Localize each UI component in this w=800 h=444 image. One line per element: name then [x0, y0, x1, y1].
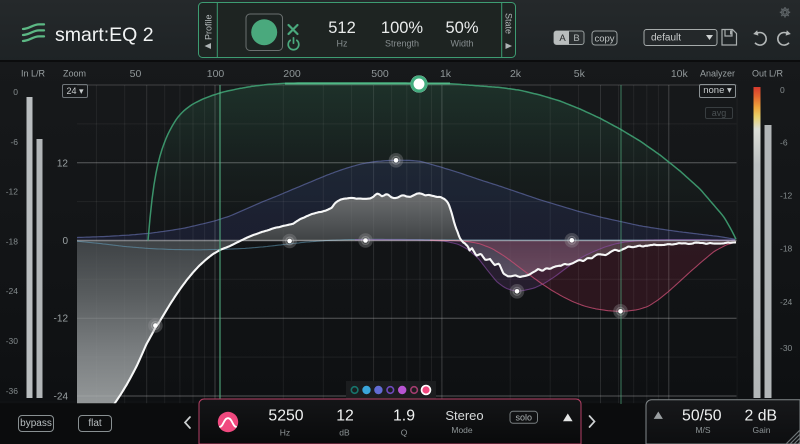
- svg-text:50%: 50%: [445, 19, 478, 37]
- svg-text:-18: -18: [6, 236, 19, 246]
- svg-text:A: A: [559, 33, 566, 44]
- svg-text:100%: 100%: [381, 19, 424, 37]
- svg-text:12: 12: [336, 408, 354, 425]
- svg-text:solo: solo: [515, 412, 532, 422]
- svg-text:Out L/R: Out L/R: [752, 69, 784, 79]
- svg-text:1.9: 1.9: [393, 408, 415, 425]
- svg-text:In L/R: In L/R: [21, 69, 46, 79]
- svg-text:M/S: M/S: [695, 425, 710, 435]
- svg-text:-12: -12: [780, 190, 793, 200]
- svg-text:0: 0: [780, 85, 785, 95]
- svg-text:default: default: [651, 33, 681, 44]
- svg-text:dB: dB: [339, 428, 350, 438]
- svg-text:Gain: Gain: [753, 425, 771, 435]
- svg-text:-24: -24: [780, 297, 793, 307]
- svg-text:1k: 1k: [440, 68, 452, 80]
- svg-text:-30: -30: [6, 336, 19, 346]
- svg-text:B: B: [573, 33, 579, 44]
- svg-text:Stereo: Stereo: [445, 408, 483, 423]
- svg-text:-12: -12: [54, 314, 69, 325]
- svg-text:500: 500: [371, 68, 389, 80]
- svg-text:0: 0: [62, 236, 68, 247]
- svg-text:Strength: Strength: [385, 39, 419, 49]
- svg-text:copy: copy: [594, 34, 614, 45]
- svg-text:-6: -6: [780, 138, 788, 148]
- svg-text:Analyzer: Analyzer: [700, 69, 735, 79]
- svg-text:-24: -24: [6, 286, 19, 296]
- svg-text:Width: Width: [450, 39, 473, 49]
- svg-text:Mode: Mode: [451, 425, 473, 435]
- svg-text:Q: Q: [401, 428, 408, 438]
- svg-text:100: 100: [207, 68, 225, 80]
- svg-text:smart:EQ 2: smart:EQ 2: [55, 24, 154, 46]
- svg-text:2 dB: 2 dB: [745, 408, 778, 425]
- svg-text:-30: -30: [780, 343, 793, 353]
- svg-text:State: State: [504, 13, 514, 34]
- svg-text:5250: 5250: [268, 408, 303, 425]
- svg-text:50/50: 50/50: [682, 408, 722, 425]
- svg-text:0: 0: [13, 87, 18, 97]
- svg-text:50: 50: [130, 68, 142, 80]
- svg-text:-6: -6: [10, 137, 18, 147]
- svg-text:Hz: Hz: [337, 39, 348, 49]
- svg-text:Hz: Hz: [280, 428, 290, 438]
- svg-text:10k: 10k: [671, 68, 689, 80]
- svg-text:5k: 5k: [574, 68, 586, 80]
- svg-text:12: 12: [57, 158, 69, 169]
- svg-text:200: 200: [283, 68, 301, 80]
- svg-text:512: 512: [328, 19, 356, 37]
- svg-text:-18: -18: [780, 244, 793, 254]
- svg-text:Zoom: Zoom: [63, 69, 86, 79]
- svg-text:-12: -12: [6, 187, 19, 197]
- svg-text:2k: 2k: [510, 68, 522, 80]
- svg-text:Profile: Profile: [204, 14, 214, 40]
